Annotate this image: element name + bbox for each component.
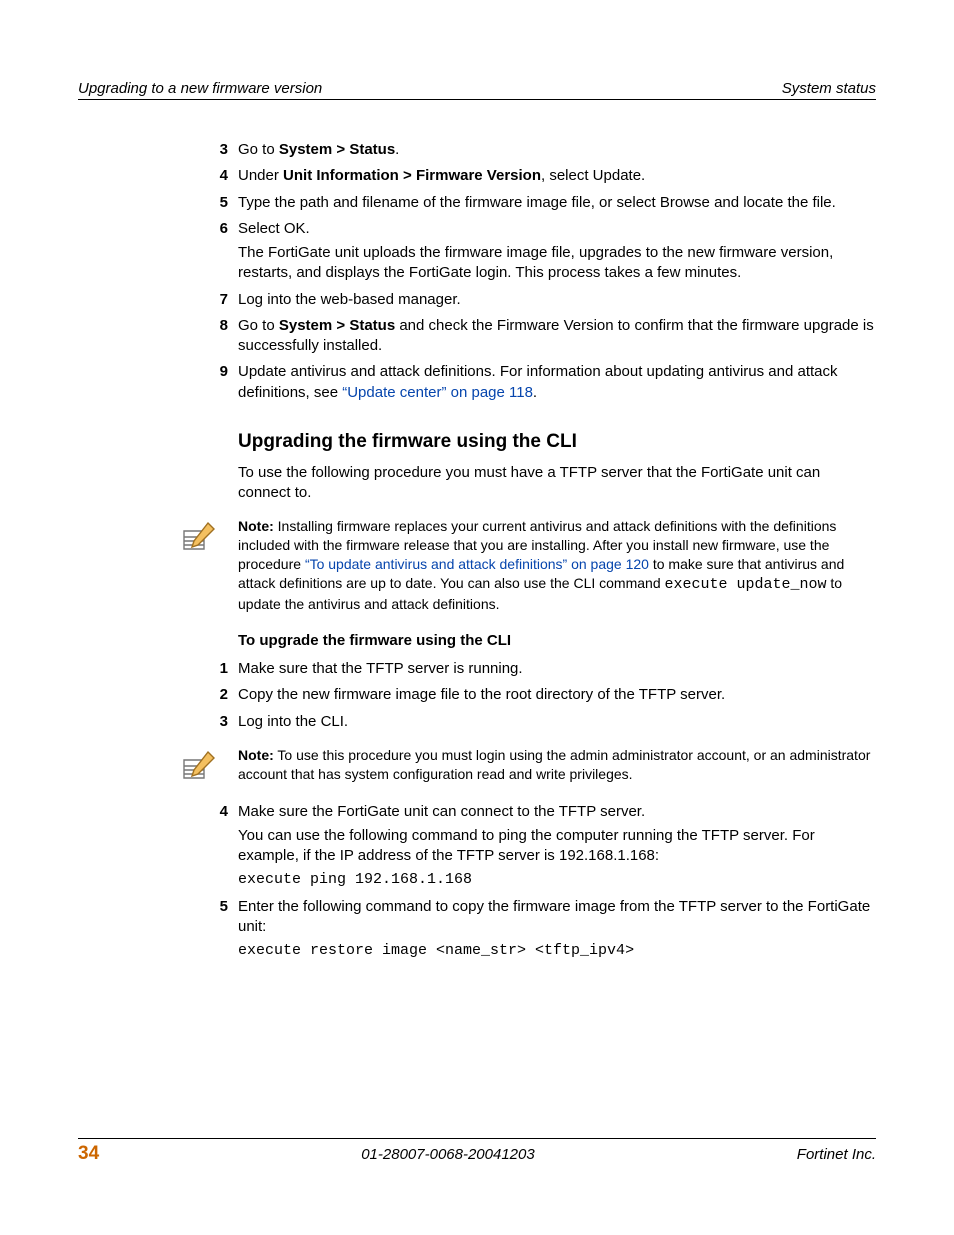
- bold-text: Note:: [238, 747, 274, 763]
- section-heading: Upgrading the firmware using the CLI: [238, 431, 876, 453]
- step-number: 6: [198, 219, 228, 239]
- cli-command: execute restore image <name_str> <tftp_i…: [238, 941, 876, 961]
- bold-text: Unit Information > Firmware Version: [283, 167, 541, 184]
- step-text: Enter the following command to copy the …: [238, 897, 876, 938]
- step-text: Log into the CLI.: [238, 712, 876, 732]
- step-number: 1: [198, 659, 228, 679]
- note-block: Note: To use this procedure you must log…: [238, 746, 876, 784]
- step-number: 4: [198, 166, 228, 186]
- step-text: Go to System > Status and check the Firm…: [238, 316, 876, 357]
- procedure-step: 3Go to System > Status.: [238, 140, 876, 160]
- procedure-step: 1Make sure that the TFTP server is runni…: [238, 659, 876, 679]
- cross-reference-link[interactable]: “To update antivirus and attack definiti…: [305, 556, 649, 572]
- page-number: 34: [78, 1143, 99, 1165]
- step-number: 8: [198, 316, 228, 336]
- note-text: Note: To use this procedure you must log…: [238, 746, 876, 784]
- bold-text: System > Status: [279, 317, 395, 334]
- cli-command: execute ping 192.168.1.168: [238, 870, 876, 890]
- page-footer: 34 01-28007-0068-20041203 Fortinet Inc.: [78, 1138, 876, 1165]
- note-icon: [178, 519, 218, 559]
- procedure-step: 6Select OK.The FortiGate unit uploads th…: [238, 219, 876, 284]
- step-text: Make sure the FortiGate unit can connect…: [238, 802, 876, 822]
- step-number: 9: [198, 362, 228, 382]
- step-text: Under Unit Information > Firmware Versio…: [238, 166, 876, 186]
- procedure-step: 5Enter the following command to copy the…: [238, 897, 876, 962]
- bold-text: Note:: [238, 518, 274, 534]
- step-text: Type the path and filename of the firmwa…: [238, 193, 876, 213]
- step-number: 5: [198, 897, 228, 917]
- step-number: 3: [198, 712, 228, 732]
- step-number: 4: [198, 802, 228, 822]
- procedure-step: 9Update antivirus and attack definitions…: [238, 362, 876, 403]
- note-block: Note: Installing firmware replaces your …: [238, 517, 876, 614]
- step-text: Update antivirus and attack definitions.…: [238, 362, 876, 403]
- step-text: Log into the web-based manager.: [238, 290, 876, 310]
- footer-doc-id: 01-28007-0068-20041203: [361, 1146, 535, 1163]
- step-text: You can use the following command to pin…: [238, 826, 876, 867]
- step-number: 7: [198, 290, 228, 310]
- step-number: 5: [198, 193, 228, 213]
- procedure-step: 2Copy the new firmware image file to the…: [238, 685, 876, 705]
- step-number: 2: [198, 685, 228, 705]
- procedure-step: 7Log into the web-based manager.: [238, 290, 876, 310]
- procedure-step: 5Type the path and filename of the firmw…: [238, 193, 876, 213]
- running-header: Upgrading to a new firmware version Syst…: [78, 80, 876, 100]
- inline-code: execute update_now: [665, 576, 827, 593]
- step-text: Select OK.: [238, 219, 876, 239]
- bold-text: System > Status: [279, 141, 395, 158]
- procedure-step: 4Make sure the FortiGate unit can connec…: [238, 802, 876, 891]
- note-text: Note: Installing firmware replaces your …: [238, 517, 876, 614]
- step-number: 3: [198, 140, 228, 160]
- step-text: Copy the new firmware image file to the …: [238, 685, 876, 705]
- step-text: Make sure that the TFTP server is runnin…: [238, 659, 876, 679]
- intro-paragraph: To use the following procedure you must …: [238, 463, 876, 504]
- note-icon: [178, 748, 218, 788]
- procedure-step: 8Go to System > Status and check the Fir…: [238, 316, 876, 357]
- body-content: 3Go to System > Status. 4Under Unit Infor…: [238, 140, 876, 961]
- cross-reference-link[interactable]: “Update center” on page 118: [342, 384, 533, 401]
- header-left: Upgrading to a new firmware version: [78, 80, 322, 97]
- procedure-step: 4Under Unit Information > Firmware Versi…: [238, 166, 876, 186]
- step-text: Go to System > Status.: [238, 140, 876, 160]
- footer-company: Fortinet Inc.: [797, 1146, 876, 1163]
- step-text: The FortiGate unit uploads the firmware …: [238, 243, 876, 284]
- procedure-title: To upgrade the firmware using the CLI: [238, 632, 876, 649]
- header-right: System status: [782, 80, 876, 97]
- procedure-step: 3Log into the CLI.: [238, 712, 876, 732]
